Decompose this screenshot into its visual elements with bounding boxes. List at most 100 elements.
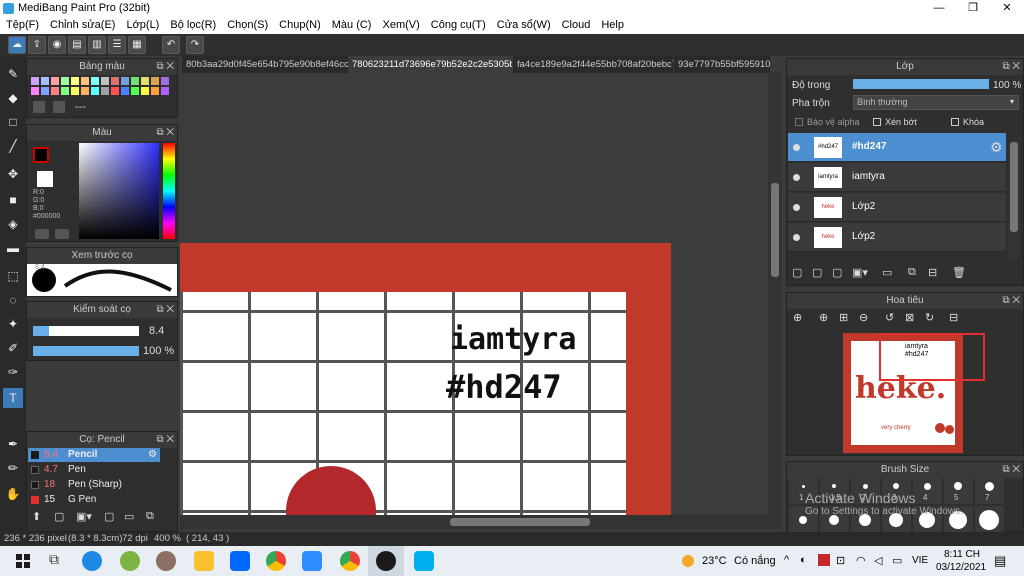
horizontal-scroll-thumb[interactable] bbox=[450, 518, 590, 526]
rect-fill-icon[interactable]: ■ bbox=[3, 190, 23, 210]
tab-file-4[interactable]: 93e7797b55bf5959101 bbox=[674, 56, 770, 73]
color-swatch[interactable] bbox=[121, 77, 129, 85]
folder-icon[interactable]: ▭ bbox=[124, 510, 134, 523]
color-swatch[interactable] bbox=[51, 87, 59, 95]
color-swatch[interactable] bbox=[131, 87, 139, 95]
rotate-right-icon[interactable]: ↻ bbox=[925, 311, 934, 324]
folder-icon[interactable]: ▭ bbox=[882, 266, 892, 279]
task-view-icon[interactable]: ⧉ bbox=[44, 551, 64, 571]
trash-icon[interactable]: 🗑 bbox=[952, 266, 966, 279]
brush-size-cell[interactable]: 7 bbox=[975, 478, 1004, 504]
brush-menu-icon[interactable]: ▣▾ bbox=[76, 510, 92, 523]
brush-tool-icon[interactable]: ✎ bbox=[3, 64, 23, 84]
reset-icon[interactable]: ⊠ bbox=[905, 311, 914, 324]
color-swatch[interactable] bbox=[151, 77, 159, 85]
volume-icon[interactable]: ◁ bbox=[874, 554, 882, 567]
pen-tool-icon[interactable]: ✏ bbox=[3, 458, 23, 478]
color-swatch[interactable] bbox=[161, 77, 169, 85]
lasso-tool-icon[interactable]: ◌ bbox=[3, 290, 23, 310]
background-color[interactable] bbox=[37, 171, 53, 187]
list-icon[interactable]: ☰ bbox=[108, 36, 126, 54]
skype-icon[interactable] bbox=[414, 551, 434, 571]
color-swatch[interactable] bbox=[71, 77, 79, 85]
color-swatches[interactable] bbox=[31, 77, 175, 95]
brush-size-cell[interactable] bbox=[975, 506, 1004, 532]
file-explorer-icon[interactable] bbox=[194, 551, 214, 571]
color-swatch[interactable] bbox=[141, 87, 149, 95]
color-swatch[interactable] bbox=[61, 77, 69, 85]
new-palette-icon[interactable] bbox=[33, 101, 45, 113]
hand-tool-icon[interactable]: ✋ bbox=[3, 484, 23, 504]
zoom-in-icon[interactable]: ⊕ bbox=[819, 311, 828, 324]
redo-icon[interactable]: ↷ bbox=[186, 36, 204, 54]
horizontal-scrollbar[interactable] bbox=[180, 515, 782, 529]
vertical-scroll-thumb[interactable] bbox=[771, 183, 779, 277]
bucket-tool-icon[interactable]: ◈ bbox=[3, 214, 23, 234]
color-swatch[interactable] bbox=[91, 77, 99, 85]
size-slider[interactable] bbox=[33, 326, 139, 336]
menu-select[interactable]: Chọn(S) bbox=[221, 17, 273, 34]
panel-close-icon[interactable]: ⧉ ✕ bbox=[156, 59, 174, 75]
tab-file-1[interactable]: 80b3aa29d0f45e654b795e90b8ef46cc.jpg bbox=[182, 56, 348, 73]
eyedropper-tool-icon[interactable]: ✒ bbox=[3, 434, 23, 454]
fit-icon[interactable]: ⊞ bbox=[839, 311, 848, 324]
layer-row[interactable]: heke Lớp2 bbox=[788, 223, 1006, 252]
eye-icon[interactable] bbox=[793, 204, 800, 211]
panel-close-icon[interactable]: ⧉ ✕ bbox=[1002, 293, 1020, 309]
zoom-icon[interactable] bbox=[302, 551, 322, 571]
color-swatch[interactable] bbox=[81, 87, 89, 95]
share-icon[interactable]: ⇪ bbox=[28, 36, 46, 54]
zoom-in-icon[interactable]: ⊕ bbox=[793, 311, 802, 324]
cloud-icon[interactable]: ☁ bbox=[8, 36, 26, 54]
gear-icon[interactable]: ⚙ bbox=[148, 448, 157, 462]
clipping-checkbox[interactable] bbox=[873, 118, 881, 126]
medibang-icon[interactable] bbox=[376, 551, 396, 571]
panel-close-icon[interactable]: ⧉ ✕ bbox=[156, 432, 174, 448]
gradient-tool-icon[interactable]: ▬ bbox=[3, 238, 23, 258]
eye-icon[interactable] bbox=[793, 144, 800, 151]
select-rect-icon[interactable]: ⬚ bbox=[3, 266, 23, 286]
close-button[interactable]: ✕ bbox=[990, 0, 1024, 17]
halftone-layer-icon[interactable]: ▢ bbox=[832, 266, 842, 279]
navigator-viewport[interactable] bbox=[879, 333, 985, 381]
color-mode-icon[interactable] bbox=[35, 229, 49, 239]
minimize-button[interactable]: — bbox=[922, 0, 956, 17]
vertical-scrollbar[interactable] bbox=[768, 73, 782, 515]
color-swatch[interactable] bbox=[41, 77, 49, 85]
unikey-icon[interactable] bbox=[818, 554, 830, 566]
tab-file-3[interactable]: fa4ce189e9a2f44e55bb708af20bebc7.jpg bbox=[513, 56, 673, 73]
brush-item-pen[interactable]: 4.7 Pen bbox=[28, 463, 160, 477]
notification-icon[interactable]: ▤ bbox=[994, 553, 1006, 569]
color-option-icon[interactable] bbox=[55, 229, 69, 239]
menu-window[interactable]: Cửa sổ(W) bbox=[491, 17, 556, 34]
weather-text[interactable]: Có nắng bbox=[734, 555, 776, 567]
gear-icon[interactable]: ⚙ bbox=[990, 139, 1003, 156]
brush-size-cell[interactable]: 5 bbox=[944, 478, 973, 504]
flip-icon[interactable]: ⊟ bbox=[949, 311, 958, 324]
maximize-button[interactable]: ❐ bbox=[956, 0, 990, 17]
tray-app-icon[interactable]: ◐ bbox=[800, 554, 807, 566]
magic-wand-icon[interactable]: ✦ bbox=[3, 314, 23, 334]
color-swatch[interactable] bbox=[91, 87, 99, 95]
line-tool-icon[interactable]: ╱ bbox=[3, 136, 23, 156]
menu-view[interactable]: Xem(V) bbox=[376, 17, 424, 34]
layer-opacity-slider[interactable] bbox=[853, 79, 989, 89]
wifi-icon[interactable]: ◠ bbox=[856, 554, 866, 567]
duplicate-icon[interactable]: ⧉ bbox=[146, 510, 154, 523]
panel-close-icon[interactable]: ⧉ ✕ bbox=[1002, 59, 1020, 75]
move-tool-icon[interactable]: ✥ bbox=[3, 164, 23, 184]
color-swatch[interactable] bbox=[51, 77, 59, 85]
select-pen-icon[interactable]: ✐ bbox=[3, 338, 23, 358]
tray-app-icon[interactable]: ⊡ bbox=[836, 554, 845, 567]
color-swatch[interactable] bbox=[131, 77, 139, 85]
opacity-slider[interactable] bbox=[33, 346, 139, 356]
color-swatch[interactable] bbox=[101, 87, 109, 95]
app-icon-green[interactable] bbox=[120, 551, 140, 571]
copy-brush-icon[interactable]: ▢ bbox=[104, 510, 114, 523]
protect-alpha-checkbox[interactable] bbox=[795, 118, 803, 126]
rotate-left-icon[interactable]: ↺ bbox=[885, 311, 894, 324]
color-swatch[interactable] bbox=[141, 77, 149, 85]
color-swatch[interactable] bbox=[81, 77, 89, 85]
chat-icon[interactable]: ▤ bbox=[68, 36, 86, 54]
color-swatch[interactable] bbox=[161, 87, 169, 95]
